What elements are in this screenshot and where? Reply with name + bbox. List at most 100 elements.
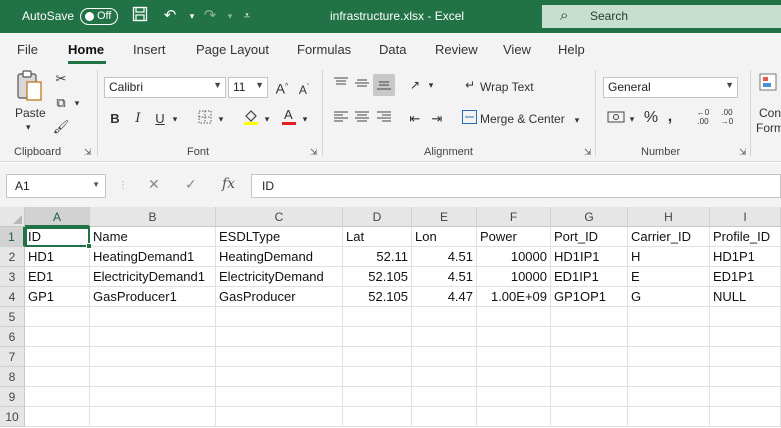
cell-a8[interactable] <box>25 367 90 387</box>
cell-g3[interactable]: ED1IP1 <box>551 267 628 287</box>
insert-function-icon[interactable]: fx <box>222 176 235 192</box>
number-format-combo[interactable]: General ▼ <box>603 77 738 98</box>
row-header-5[interactable]: 5 <box>0 307 25 327</box>
column-header-b[interactable]: B <box>90 207 216 227</box>
cell-a3[interactable]: ED1 <box>25 267 90 287</box>
merge-dropdown-icon[interactable]: ▾ <box>572 111 582 129</box>
cell-d5[interactable] <box>343 307 412 327</box>
cell-g9[interactable] <box>551 387 628 407</box>
cell-d4[interactable]: 52.105 <box>343 287 412 307</box>
cell-f9[interactable] <box>477 387 551 407</box>
cell-c6[interactable] <box>216 327 343 347</box>
column-header-f[interactable]: F <box>477 207 551 227</box>
alignment-launcher-icon[interactable]: ⇲ <box>584 147 592 158</box>
tab-insert[interactable]: Insert <box>133 42 166 57</box>
worksheet-grid[interactable]: A B C D E F G H I 1 ID Name ESDLType Lat Lon Power Port_… <box>0 207 781 428</box>
cell-b10[interactable] <box>90 407 216 427</box>
cell-h5[interactable] <box>628 307 710 327</box>
row-header-7[interactable]: 7 <box>0 347 25 367</box>
font-color-dropdown-icon[interactable]: ▾ <box>300 110 310 128</box>
cell-c4[interactable]: GasProducer <box>216 287 343 307</box>
cell-i1[interactable]: Profile_ID <box>710 227 781 247</box>
bold-icon[interactable]: B <box>107 110 123 128</box>
cell-b6[interactable] <box>90 327 216 347</box>
fill-color-dropdown-icon[interactable]: ▾ <box>262 110 272 128</box>
copy-dropdown-icon[interactable]: ▾ <box>72 94 82 112</box>
cell-h10[interactable] <box>628 407 710 427</box>
paste-icon[interactable] <box>14 70 44 101</box>
comma-style-icon[interactable]: , <box>664 108 676 126</box>
cell-f1[interactable]: Power <box>477 227 551 247</box>
cell-e4[interactable]: 4.47 <box>412 287 477 307</box>
cell-i8[interactable] <box>710 367 781 387</box>
cell-b9[interactable] <box>90 387 216 407</box>
tab-formulas[interactable]: Formulas <box>297 42 351 57</box>
tab-data[interactable]: Data <box>379 42 406 57</box>
cell-c10[interactable] <box>216 407 343 427</box>
cell-f8[interactable] <box>477 367 551 387</box>
cell-a2[interactable]: HD1 <box>25 247 90 267</box>
cell-a9[interactable] <box>25 387 90 407</box>
increase-decimal-icon[interactable]: ←0.00 <box>693 108 713 126</box>
cell-d10[interactable] <box>343 407 412 427</box>
percent-style-icon[interactable]: % <box>642 109 660 127</box>
decrease-decimal-icon[interactable]: .00 →0 <box>717 108 737 126</box>
column-header-c[interactable]: C <box>216 207 343 227</box>
currency-format-icon[interactable] <box>606 110 626 129</box>
cell-h6[interactable] <box>628 327 710 347</box>
cell-g8[interactable] <box>551 367 628 387</box>
cell-i10[interactable] <box>710 407 781 427</box>
cell-b8[interactable] <box>90 367 216 387</box>
cell-e5[interactable] <box>412 307 477 327</box>
cell-f4[interactable]: 1.00E+09 <box>477 287 551 307</box>
cell-d3[interactable]: 52.105 <box>343 267 412 287</box>
number-launcher-icon[interactable]: ⇲ <box>739 147 747 158</box>
column-header-e[interactable]: E <box>412 207 477 227</box>
cell-b5[interactable] <box>90 307 216 327</box>
cell-h3[interactable]: E <box>628 267 710 287</box>
autosave-toggle[interactable]: Off <box>80 8 118 25</box>
cell-i6[interactable] <box>710 327 781 347</box>
cell-e2[interactable]: 4.51 <box>412 247 477 267</box>
row-header-2[interactable]: 2 <box>0 247 25 267</box>
cell-c1[interactable]: ESDLType <box>216 227 343 247</box>
cell-c8[interactable] <box>216 367 343 387</box>
cell-h1[interactable]: Carrier_ID <box>628 227 710 247</box>
row-header-3[interactable]: 3 <box>0 267 25 287</box>
row-header-4[interactable]: 4 <box>0 287 25 307</box>
cell-d9[interactable] <box>343 387 412 407</box>
middle-align-icon[interactable] <box>353 76 371 94</box>
select-all-button[interactable] <box>0 207 25 227</box>
cell-d6[interactable] <box>343 327 412 347</box>
increase-indent-icon[interactable]: ⇥ <box>428 110 446 128</box>
font-color-icon[interactable]: A <box>280 106 298 131</box>
orientation-dropdown-icon[interactable]: ▾ <box>426 76 436 94</box>
borders-dropdown-icon[interactable]: ▾ <box>216 110 226 128</box>
cell-e8[interactable] <box>412 367 477 387</box>
tab-help[interactable]: Help <box>558 42 585 57</box>
cell-d7[interactable] <box>343 347 412 367</box>
column-header-d[interactable]: D <box>343 207 412 227</box>
paste-dropdown-icon[interactable]: ▾ <box>26 122 31 133</box>
cell-i2[interactable]: HD1P1 <box>710 247 781 267</box>
cell-e6[interactable] <box>412 327 477 347</box>
cell-f2[interactable]: 10000 <box>477 247 551 267</box>
enter-icon[interactable]: ✓ <box>185 176 197 193</box>
cell-g1[interactable]: Port_ID <box>551 227 628 247</box>
cell-e3[interactable]: 4.51 <box>412 267 477 287</box>
cell-g4[interactable]: GP1OP1 <box>551 287 628 307</box>
cell-b4[interactable]: GasProducer1 <box>90 287 216 307</box>
cell-f5[interactable] <box>477 307 551 327</box>
cell-f6[interactable] <box>477 327 551 347</box>
undo-icon[interactable]: ↶ <box>160 6 180 26</box>
cell-a7[interactable] <box>25 347 90 367</box>
save-icon[interactable] <box>130 6 150 26</box>
top-align-icon[interactable] <box>332 76 350 94</box>
format-painter-icon[interactable]: 🖌 <box>52 118 70 136</box>
cell-a4[interactable]: GP1 <box>25 287 90 307</box>
cell-c3[interactable]: ElectricityDemand <box>216 267 343 287</box>
align-center-icon[interactable] <box>353 110 371 128</box>
cell-g2[interactable]: HD1IP1 <box>551 247 628 267</box>
cell-f10[interactable] <box>477 407 551 427</box>
tab-view[interactable]: View <box>503 42 531 57</box>
